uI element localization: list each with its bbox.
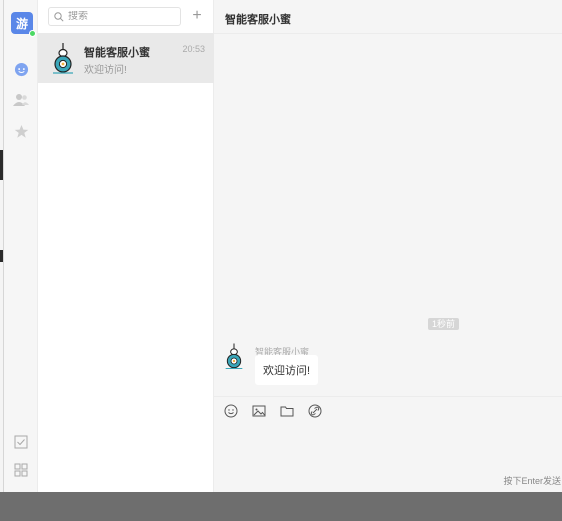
input-toolbar [214,396,562,424]
link-icon[interactable] [308,404,322,418]
conversation-name: 智能客服小蜜 [84,47,150,59]
chat-header: 智能客服小蜜 [214,0,562,34]
conversation-time: 20:53 [182,44,205,54]
bot-avatar-icon [225,343,243,369]
star-icon[interactable] [13,123,29,139]
message-bubble: 欢迎访问! [255,355,319,385]
apps-grid-icon[interactable] [13,462,29,478]
bot-avatar-icon [53,43,73,74]
message-time-tag: 1秒前 [428,318,460,330]
nav-rail: 游 [4,0,38,492]
conversation-list: + 智能客服小蜜 20:53 欢迎访问! [38,0,214,492]
conversation-item[interactable]: 智能客服小蜜 20:53 欢迎访问! [38,33,214,83]
search-input[interactable] [68,11,168,22]
chat-icon[interactable] [13,61,29,77]
emoji-icon[interactable] [224,404,238,418]
chat-title: 智能客服小蜜 [225,14,291,26]
search-box[interactable] [48,7,181,26]
add-button[interactable]: + [190,7,204,26]
image-icon[interactable] [252,404,266,418]
online-status-dot [29,30,36,37]
checkbox-icon[interactable] [13,434,29,450]
search-icon [54,11,64,22]
bottom-bar [0,492,562,521]
send-hint: 按下Enter发送 [503,476,561,486]
conversation-last-message: 欢迎访问! [84,65,127,76]
chat-panel: 智能客服小蜜 1秒前 智能客服小蜜 欢迎访问! 按下Enter发送 [214,0,562,492]
im-app: 游 + [3,0,562,492]
folder-icon[interactable] [280,404,294,418]
contacts-icon[interactable] [13,92,29,108]
